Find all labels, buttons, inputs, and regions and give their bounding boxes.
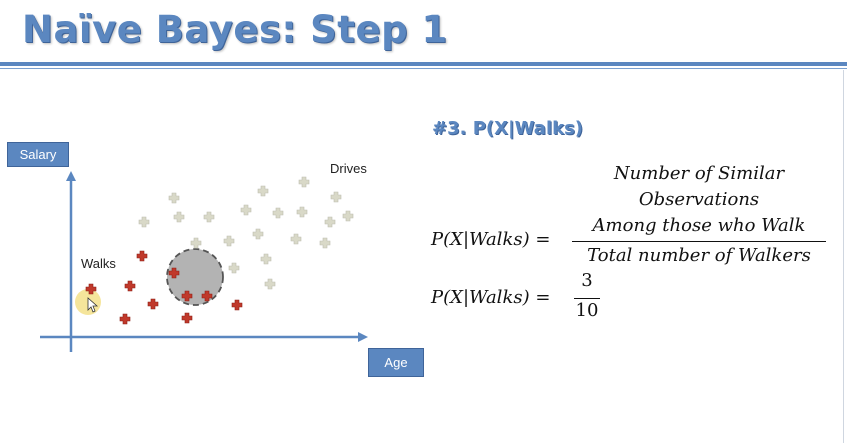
numerator-line-2: Observations [638, 189, 760, 210]
equation1-fraction-bar [572, 241, 826, 242]
age-axis-label: Age [368, 348, 424, 377]
drive-point [203, 211, 215, 223]
drive-point [290, 233, 302, 245]
drive-point [298, 176, 310, 188]
scatter-plot [40, 171, 368, 352]
drive-point [190, 237, 202, 249]
drive-point [228, 262, 240, 274]
drive-point [324, 216, 336, 228]
walk-point [181, 312, 193, 324]
drive-point [138, 216, 150, 228]
equation1-numerator: Number of Similar Observations Among tho… [572, 161, 826, 239]
equation2-lhs: P(X|Walks) = [431, 287, 551, 308]
drive-point [272, 207, 284, 219]
equation1-denominator: Total number of Walkers [572, 243, 826, 269]
walk-point [136, 250, 148, 262]
drive-point [319, 237, 331, 249]
drive-point [260, 253, 272, 265]
equation2-numerator: 3 [581, 270, 593, 291]
walk-point [119, 313, 131, 325]
drives-group-label: Drives [330, 161, 367, 176]
walk-point [231, 299, 243, 311]
salary-axis-label: Salary [7, 142, 69, 167]
drive-point [252, 228, 264, 240]
drive-point [223, 235, 235, 247]
drive-point [296, 206, 308, 218]
numerator-line-3: Among those who Walk [592, 215, 806, 236]
section-heading: #3. P(X|Walks) [432, 118, 584, 139]
numerator-line-1: Number of Similar [613, 163, 785, 184]
denominator-text: Total number of Walkers [587, 245, 811, 266]
equation2-fraction-bar [574, 298, 600, 299]
drive-point [257, 185, 269, 197]
walks-group-label: Walks [81, 256, 116, 271]
walk-point [124, 280, 136, 292]
drive-point [342, 210, 354, 222]
equation2-denominator: 10 [575, 300, 599, 321]
drive-point [264, 278, 276, 290]
drive-point [168, 192, 180, 204]
drive-point [330, 191, 342, 203]
drive-point [240, 204, 252, 216]
drive-point [173, 211, 185, 223]
walk-point [147, 298, 159, 310]
slide-edge [843, 70, 844, 443]
equation1-lhs: P(X|Walks) = [431, 229, 551, 250]
